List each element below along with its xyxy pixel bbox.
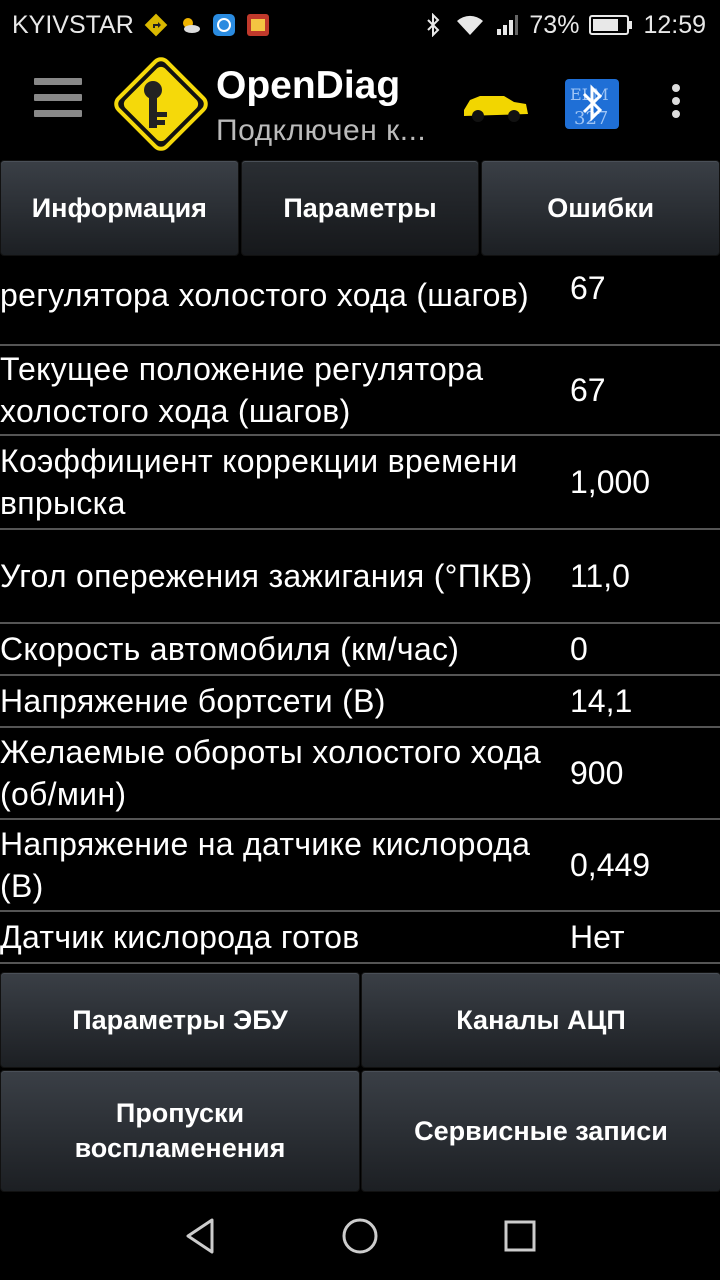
param-name: Текущее положение регулятора холостого х… [0,351,484,429]
adc-channels-button[interactable]: Каналы АЦП [361,972,720,1068]
list-item[interactable]: Угол опережения зажигания (°ПКВ) 11,0 [0,530,720,624]
battery-icon [589,15,633,35]
action-buttons: Параметры ЭБУ Каналы АЦП Пропуски воспла… [0,972,720,1194]
tab-parameters[interactable]: Параметры [240,160,480,256]
navigation-sign-icon [144,13,168,37]
wifi-icon [457,15,484,35]
param-value: 67 [570,269,606,306]
param-name: Угол опережения зажигания (°ПКВ) [0,558,533,594]
clock: 12:59 [643,10,706,39]
param-name: Скорость автомобиля (км/час) [0,631,460,667]
param-value: 0,449 [570,846,651,883]
connection-status: Подключен к... [216,114,427,147]
app-title: OpenDiag [216,64,401,107]
param-value: 1,000 [570,463,651,500]
list-item[interactable]: Напряжение бортсети (В) 14,1 [0,676,720,728]
param-name: Датчик кислорода готов [0,919,360,955]
parameters-list[interactable]: регулятора холостого хода (шагов) 67 Тек… [0,256,720,964]
misfires-button[interactable]: Пропуски воспламенения [0,1070,360,1192]
list-item[interactable]: Датчик кислорода готов Нет [0,912,720,964]
list-item[interactable]: Напряжение на датчике кислорода (В) 0,44… [0,820,720,912]
bluetooth-elm327-icon[interactable]: ELM 327 [564,78,620,130]
ecu-params-button[interactable]: Параметры ЭБУ [0,972,360,1068]
param-name: Напряжение на датчике кислорода (В) [0,826,531,904]
app-bar: OpenDiag Подключен к... ELM 327 [0,50,720,160]
param-name: Желаемые обороты холостого хода (об/мин) [0,734,542,812]
app-logo-icon [114,57,208,151]
param-name: регулятора холостого хода (шагов) [0,277,529,313]
game-app-icon [246,14,269,36]
list-item[interactable]: регулятора холостого хода (шагов) 67 [0,256,720,346]
navigation-bar [0,1196,720,1280]
tab-information[interactable]: Информация [0,160,239,256]
param-name: Напряжение бортсети (В) [0,683,386,719]
param-value: 14,1 [570,682,633,719]
sync-app-icon [212,14,235,36]
param-value: 67 [570,371,606,408]
param-value: 11,0 [570,557,630,594]
service-records-button[interactable]: Сервисные записи [361,1070,720,1192]
weather-icon [182,18,200,33]
more-options-icon[interactable] [668,84,684,124]
battery-percent: 73% [529,10,580,39]
misfires-label: Пропуски воспламенения [74,1098,286,1163]
car-icon[interactable] [460,86,530,124]
param-value: 900 [570,754,624,791]
list-item[interactable]: Желаемые обороты холостого хода (об/мин)… [0,728,720,820]
back-icon[interactable] [180,1216,220,1256]
menu-icon[interactable] [34,78,82,128]
param-value: 0 [570,630,588,667]
list-item[interactable]: Скорость автомобиля (км/час) 0 [0,624,720,676]
param-name: Коэффициент коррекции времени впрыска [0,443,518,521]
tab-errors[interactable]: Ошибки [481,160,720,256]
home-icon[interactable] [340,1216,380,1256]
bluetooth-icon [427,13,440,37]
recent-apps-icon[interactable] [500,1216,540,1256]
tab-bar: Информация Параметры Ошибки [0,160,720,256]
status-bar: KYIVSTAR 73% 12:59 [0,0,720,50]
signal-icon [497,15,519,35]
list-item[interactable]: Текущее положение регулятора холостого х… [0,346,720,436]
list-item[interactable]: Коэффициент коррекции времени впрыска 1,… [0,436,720,530]
param-value: Нет [570,918,625,955]
carrier-name: KYIVSTAR [12,10,134,39]
